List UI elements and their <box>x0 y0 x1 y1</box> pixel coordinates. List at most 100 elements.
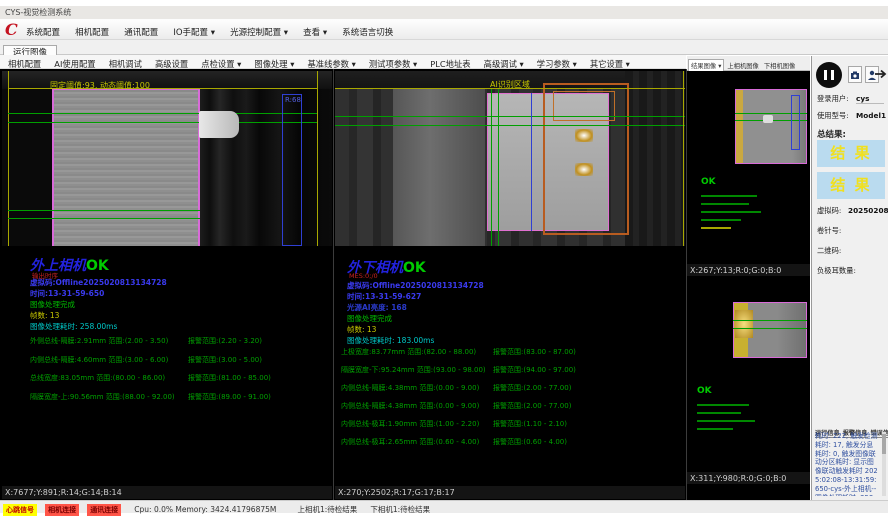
clamp-blob <box>763 115 773 123</box>
frame-count-line: 帧数: 13 <box>30 310 59 321</box>
qr-code-label: 二维码: <box>817 246 841 256</box>
barcode-line: 虚拟码:Offline2025020813134728 <box>347 280 484 291</box>
green-measure-line <box>733 320 807 321</box>
pause-icon <box>831 70 834 80</box>
green-measure-line <box>335 116 685 117</box>
measurement-text: 外侧总线-隔膜:2.91mm 范围:(2.00 - 3.50) <box>30 336 168 346</box>
camera-connect-badge: 相机连接 <box>45 504 79 516</box>
heartbeat-status-badge: 心跳信号 <box>3 504 37 516</box>
measurement-alarm: 报警范围:(81.00 - 85.00) <box>188 373 271 383</box>
ai-region-label: AI识别区域 <box>490 79 530 90</box>
threshold-overlay-text: 固定阈值:93, 动态阈值:100 <box>50 80 150 91</box>
log-scrollbar[interactable] <box>882 432 886 496</box>
bright-spot <box>575 129 593 142</box>
result-box-upper: 结 果 <box>817 140 885 167</box>
image-right-block <box>625 71 685 246</box>
blue-roi-box <box>282 94 302 246</box>
login-user-label: 登录用户: <box>817 94 849 104</box>
green-measure-line <box>8 113 317 114</box>
mini-view-top[interactable]: OK <box>687 71 810 264</box>
mini-result-line <box>697 404 749 406</box>
green-measure-line <box>335 125 685 126</box>
measurement-text: 内侧总线-极耳:1.90mm 范围:(1.00 - 2.20) <box>341 419 479 429</box>
green-measure-line <box>8 210 200 211</box>
total-result-label: 总结果: <box>817 128 846 140</box>
bright-blob <box>735 310 753 338</box>
right-view-tab-bar: 结果图像 ▾上相机图像下相机图像 <box>687 56 810 71</box>
pixel-coords-label: X:270;Y:2502;R:17;G:17;B:17 <box>335 486 685 499</box>
sidebar: 登录用户: cys 使用型号: Model1 总结果: 结 果 结 果 虚拟码:… <box>811 56 888 500</box>
measurement-alarm: 报警范围:(2.20 - 3.20) <box>188 336 262 346</box>
measurement-text: 上极宽度:83.77mm 范围:(82.00 - 88.00) <box>341 347 476 357</box>
green-measure-line <box>733 328 807 329</box>
virtual-code-value: 20250208 <box>848 206 888 215</box>
toolbar: 相机配置 AI使用配置 相机调试 高级设置 点检设置 ▾ 图像处理 ▾ 基准线参… <box>0 55 686 69</box>
log-text: 耗时: 222, 触发检测耗时: 17, 触发分息耗时: 0, 触发图像联动分区… <box>815 432 879 496</box>
mini-result-line <box>697 412 741 414</box>
measurement-alarm: 报警范围:(2.00 - 77.00) <box>493 383 571 393</box>
login-user-value[interactable]: cys <box>856 94 884 104</box>
virtual-code-label: 虚拟码: <box>817 206 841 216</box>
mini-result-line <box>701 195 757 197</box>
outer-lower-camera-panel: AI识别区域 外下相机OK MES:0;/0 虚拟码:Offline202502… <box>335 71 685 486</box>
blue-vertical-line <box>531 93 532 231</box>
log-scrollbar-thumb[interactable] <box>882 434 886 454</box>
yellow-ref-line-right <box>317 71 318 246</box>
main-tab-bar: 运行图像 <box>0 40 888 55</box>
mini-result-line <box>697 420 755 422</box>
result-ok-label: OK <box>86 258 109 274</box>
mini-result-line <box>697 428 733 430</box>
measurement-text: 总线宽度:83.05mm 范围:(80.00 - 86.00) <box>30 373 165 383</box>
yellow-ref-line-right <box>683 71 684 246</box>
upper-camera-status: 上相机1:待检结果 <box>297 504 357 516</box>
measurement-alarm: 报警范围:(2.00 - 77.00) <box>493 401 571 411</box>
green-vertical-line <box>498 89 499 246</box>
time-line: 时间:13-31-59-627 <box>347 291 421 302</box>
measurement-text: 内侧总线-极耳:2.65mm 范围:(0.60 - 4.00) <box>341 437 479 447</box>
window-titlebar: CYS-视觉检测系统 <box>0 6 888 19</box>
cpu-memory-text: Cpu: 0.0% Memory: 3424.41796875M <box>134 504 276 516</box>
status-line: 图像处理完成 <box>347 313 392 324</box>
panel-divider <box>333 69 334 500</box>
model-label: 使用型号: <box>817 111 849 121</box>
green-vertical-line <box>491 89 492 246</box>
filler-strip <box>687 484 810 500</box>
outer-lower-camera-image[interactable]: AI识别区域 <box>335 71 685 246</box>
time-line: 时间:13-31-59-650 <box>30 288 104 299</box>
model-value[interactable]: Model1 <box>856 111 886 120</box>
mini-result-line <box>701 211 761 213</box>
camera-icon <box>850 69 860 82</box>
green-measure-line <box>8 218 200 219</box>
measurement-alarm: 报警范围:(3.00 - 5.00) <box>188 355 262 365</box>
measurement-text: 隔膜宽度-上:90.56mm 范围:(88.00 - 92.00) <box>30 392 175 402</box>
comm-connect-badge: 通讯连接 <box>87 504 121 516</box>
pause-icon <box>824 70 827 80</box>
measurement-text: 内侧总线-隔膜:4.38mm 范围:(0.00 - 9.00) <box>341 383 479 393</box>
green-measure-line <box>8 122 317 123</box>
mini-result-line <box>701 227 731 229</box>
measurement-text: 隔膜宽度-下:95.24mm 范围:(93.00 - 98.00) <box>341 365 486 375</box>
pause-button[interactable] <box>816 62 842 88</box>
outer-upper-camera-image[interactable]: R:68 固定阈值:93, 动态阈值:100 <box>2 71 332 246</box>
bright-spot <box>575 163 593 176</box>
measurement-alarm: 报警范围:(83.00 - 87.00) <box>493 347 576 357</box>
measurement-alarm: 报警范围:(89.00 - 91.00) <box>188 392 271 402</box>
application-window: CYS-视觉检测系统 C 系统配置 相机配置 通讯配置 IO手配置 ▾ 光源控制… <box>0 0 888 522</box>
mini-view-bottom[interactable]: OK <box>687 276 810 472</box>
exit-arrow-icon <box>874 67 888 81</box>
elapsed-line: 图像处理耗时: 258.00ms <box>30 321 117 332</box>
measurement-text: 内侧总线-隔膜:4.38mm 范围:(0.00 - 9.00) <box>341 401 479 411</box>
measurement-alarm: 报警范围:(0.60 - 4.00) <box>493 437 567 447</box>
measurement-text: 内侧总线-隔膜:4.60mm 范围:(3.00 - 6.00) <box>30 355 168 365</box>
app-logo-icon: C <box>5 20 18 39</box>
exit-button[interactable] <box>874 66 888 83</box>
roi-value-label: R:68 <box>285 96 301 104</box>
barcode-line: 虚拟码:Offline2025020813134728 <box>30 277 167 288</box>
mini-result-line <box>701 219 741 221</box>
clamp-blob <box>199 111 239 138</box>
result-box-lower: 结 果 <box>817 172 885 199</box>
camera-snapshot-button[interactable] <box>848 66 862 83</box>
status-line: 图像处理完成 <box>30 299 75 310</box>
lower-camera-status: 下相机1:待检结果 <box>370 504 430 516</box>
status-bar: 心跳信号 相机连接 通讯连接 Cpu: 0.0% Memory: 3424.41… <box>0 500 888 513</box>
